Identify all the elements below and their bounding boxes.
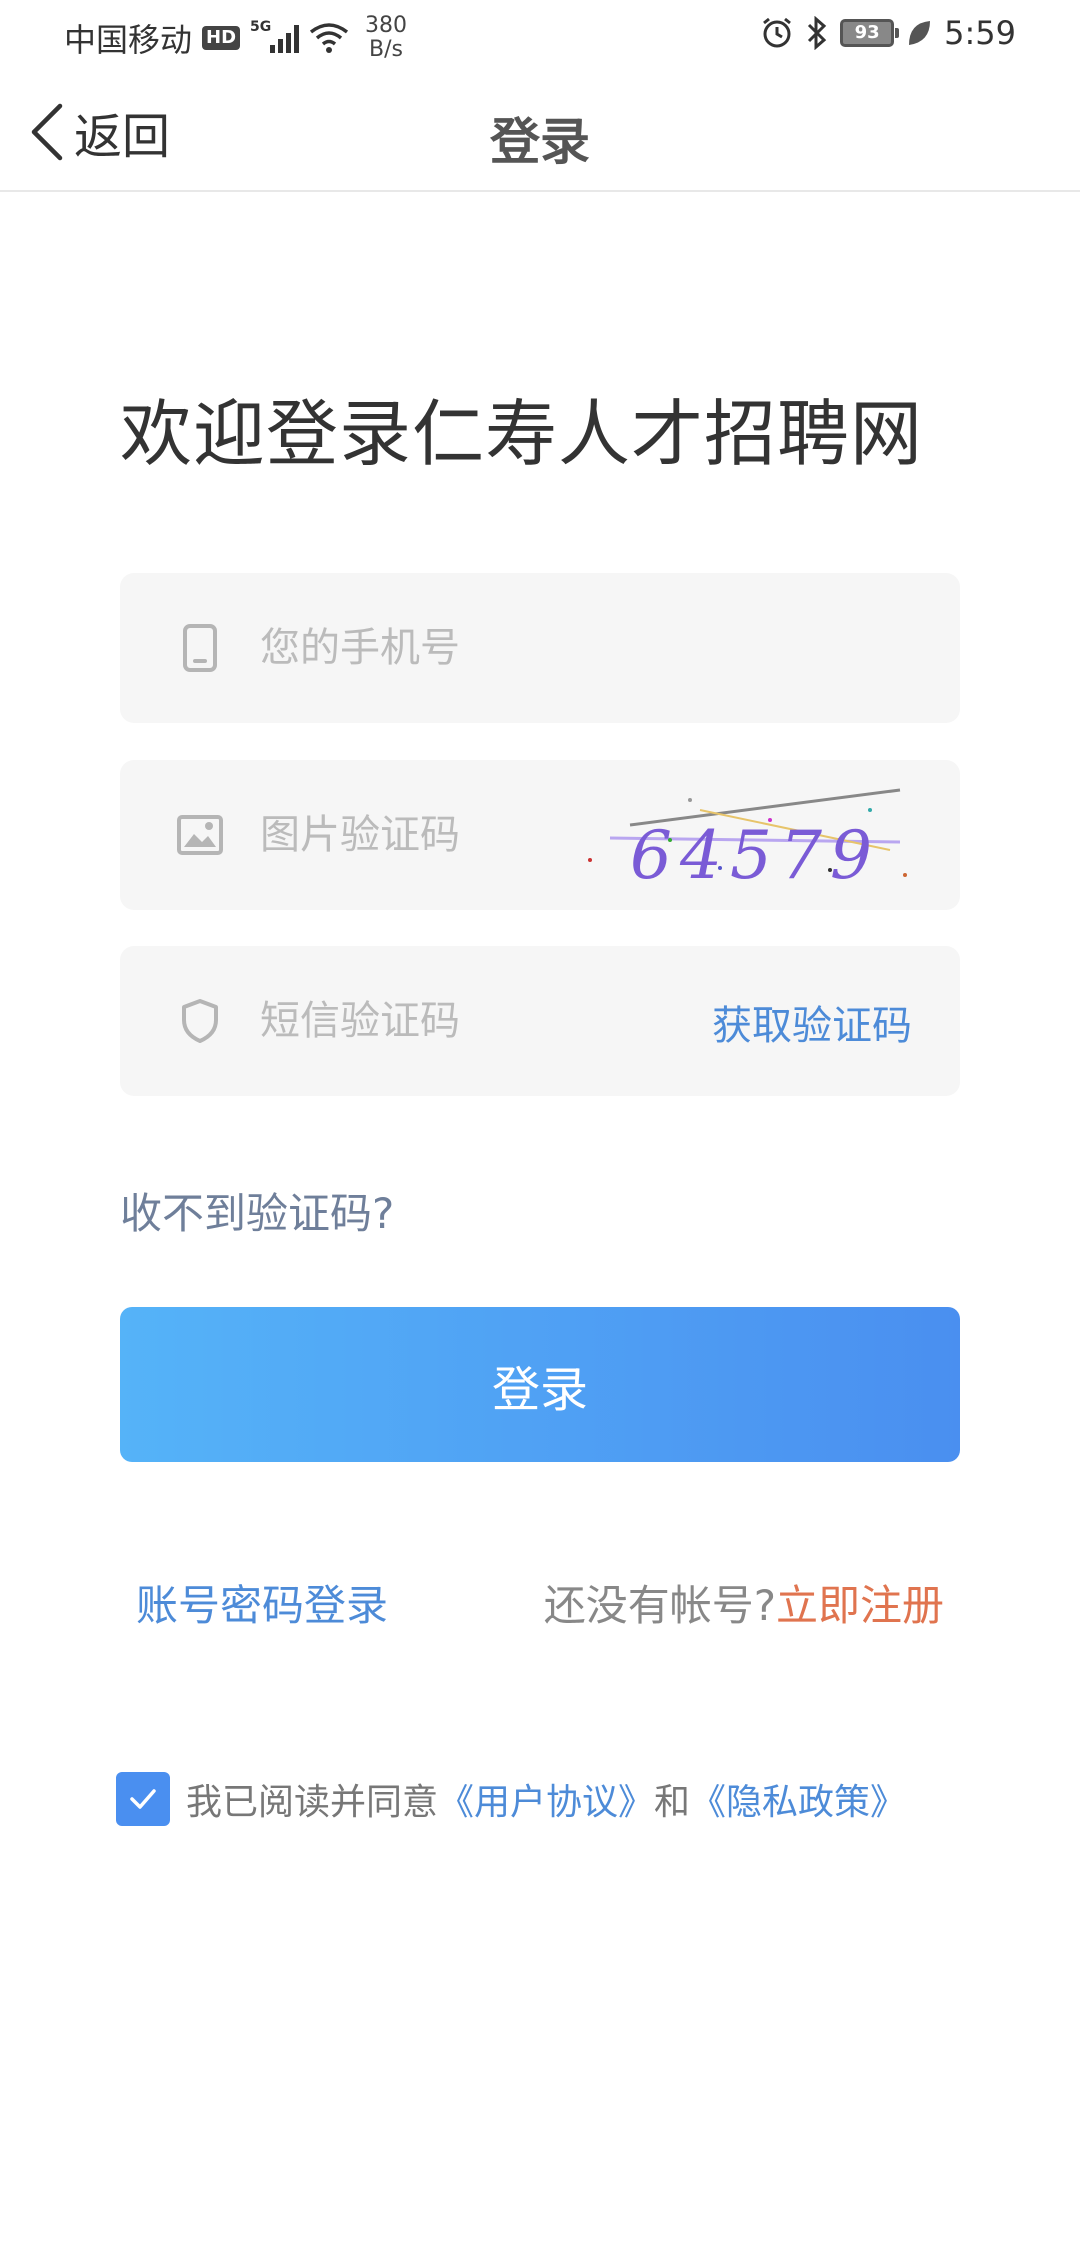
net-speed-unit: B/s [369,37,404,62]
net-speed: 380 B/s [365,14,407,62]
page-title: 登录 [490,113,590,171]
privacy-policy-link[interactable]: 《隐私政策》 [690,1782,906,1823]
check-icon [130,1789,156,1809]
status-right: 93 5:59 [760,14,1016,52]
register-link[interactable]: 立即注册 [776,1581,944,1630]
status-bar: 中国移动 HD 5G 380 B/s 93 5:59 [0,0,1080,72]
clock-time: 5:59 [944,14,1016,52]
captcha-text: 64579 [630,817,880,890]
network-type: 5G [250,19,272,35]
bluetooth-icon [808,16,827,50]
net-speed-value: 380 [365,13,408,38]
captcha-image[interactable]: 64579 [570,780,930,890]
phone-field [120,573,960,723]
captcha-field: 64579 [120,760,960,910]
carrier-name: 中国移动 [64,21,193,59]
sms-code-input[interactable] [260,981,660,1061]
agreement-prefix: 我已阅读并同意 [186,1782,439,1823]
phone-icon [170,618,230,678]
phone-input[interactable] [260,608,660,688]
agreement-and: 和 [654,1782,691,1823]
sms-code-field: 获取验证码 [120,946,960,1096]
leaf-icon [909,21,931,45]
signal-icon: 5G [250,19,300,53]
status-left: 中国移动 HD 5G 380 B/s [64,14,407,62]
register-prompt: 还没有帐号?立即注册 [544,1572,944,1633]
login-button[interactable]: 登录 [120,1307,960,1462]
agreement-row: 我已阅读并同意《用户协议》和《隐私政策》 [116,1772,906,1826]
agreement-checkbox[interactable] [116,1772,170,1826]
wifi-icon [309,23,349,53]
welcome-heading: 欢迎登录仁寿人才招聘网 [120,392,924,476]
image-icon [170,805,230,865]
nav-bar: 返回 登录 [0,72,1080,192]
hd-badge: HD [202,26,241,50]
battery-indicator: 93 [840,19,900,47]
get-code-button[interactable]: 获取验证码 [712,993,912,1051]
no-account-text: 还没有帐号? [543,1581,776,1630]
agreement-text: 我已阅读并同意《用户协议》和《隐私政策》 [186,1773,906,1825]
user-agreement-link[interactable]: 《用户协议》 [438,1782,654,1823]
no-code-link[interactable]: 收不到验证码? [120,1180,394,1241]
shield-icon [170,991,230,1051]
alarm-icon [763,17,792,48]
password-login-link[interactable]: 账号密码登录 [136,1572,388,1633]
